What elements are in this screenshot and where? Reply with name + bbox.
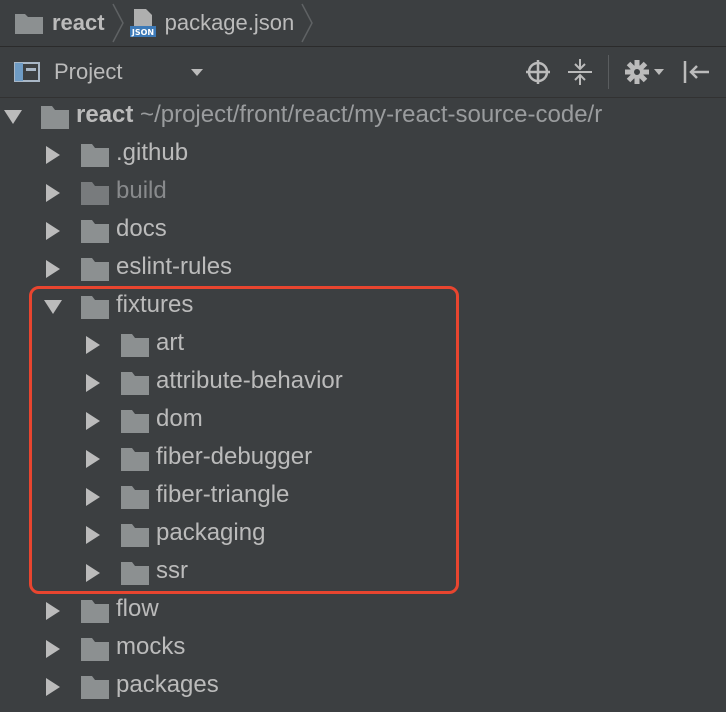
tree-item-eslint-rules[interactable]: eslint-rules xyxy=(0,250,726,288)
collapse-all-button[interactable] xyxy=(566,57,594,87)
folder-icon xyxy=(81,182,109,205)
tree-item-art[interactable]: art xyxy=(0,326,726,364)
tree-item-mocks[interactable]: mocks xyxy=(0,630,726,668)
dropdown-triangle-icon xyxy=(191,69,203,76)
expand-arrow-right-icon[interactable] xyxy=(44,678,62,696)
tree-item-label: .github xyxy=(116,139,189,166)
tree-item-label: ssr xyxy=(156,557,188,584)
expand-arrow-right-icon[interactable] xyxy=(44,184,62,202)
project-toolbar: Project xyxy=(0,47,726,98)
folder-icon xyxy=(121,486,149,509)
toolbar-separator xyxy=(608,55,609,89)
tree-root-path: ~/project/front/react/my-react-source-co… xyxy=(140,101,603,128)
tree-item-label: dom xyxy=(156,405,203,432)
gear-icon xyxy=(625,60,664,84)
folder-icon xyxy=(81,600,109,623)
tree-item-label: fixtures xyxy=(116,291,194,318)
expand-arrow-down-icon[interactable] xyxy=(4,108,22,126)
tree-item-packages[interactable]: packages xyxy=(0,668,726,706)
hide-panel-button[interactable] xyxy=(682,57,710,87)
folder-icon xyxy=(121,334,149,357)
tree-item-label: flow xyxy=(116,595,159,622)
tree-item-fiber-debugger[interactable]: fiber-debugger xyxy=(0,440,726,478)
tree-item-label: mocks xyxy=(116,633,186,660)
expand-arrow-right-icon[interactable] xyxy=(44,260,62,278)
folder-icon xyxy=(81,220,109,243)
expand-arrow-right-icon[interactable] xyxy=(84,488,102,506)
tree-item-label: fiber-triangle xyxy=(156,481,290,508)
tree-item-fiber-triangle[interactable]: fiber-triangle xyxy=(0,478,726,516)
expand-arrow-right-icon[interactable] xyxy=(84,336,102,354)
tree-item-label: docs xyxy=(116,215,167,242)
locate-file-button[interactable] xyxy=(524,57,552,87)
tree-item-label: packages xyxy=(116,671,219,698)
expand-arrow-right-icon[interactable] xyxy=(84,526,102,544)
folder-icon xyxy=(121,448,149,471)
expand-arrow-right-icon[interactable] xyxy=(44,602,62,620)
tree-item-github[interactable]: .github xyxy=(0,136,726,174)
locate-icon xyxy=(526,60,550,84)
tree-item-label: packaging xyxy=(156,519,266,546)
tree-item-label: build xyxy=(116,177,167,204)
breadcrumb: react JSON package.json xyxy=(0,0,726,47)
folder-icon xyxy=(121,372,149,395)
expand-arrow-right-icon[interactable] xyxy=(44,222,62,240)
project-view-selector[interactable]: Project xyxy=(14,57,214,87)
breadcrumb-label-package-json: package.json xyxy=(164,10,295,35)
project-view-icon xyxy=(14,62,40,82)
expand-arrow-right-icon[interactable] xyxy=(84,564,102,582)
breadcrumb-label-react: react xyxy=(52,10,105,35)
chevron-right-icon xyxy=(301,3,314,43)
collapse-all-icon xyxy=(568,59,592,85)
folder-icon xyxy=(81,676,109,699)
tree-item-build[interactable]: build xyxy=(0,174,726,212)
expand-arrow-right-icon[interactable] xyxy=(84,412,102,430)
tree-item-label: attribute-behavior xyxy=(156,367,343,394)
folder-icon xyxy=(81,638,109,661)
json-file-icon: JSON xyxy=(129,9,156,37)
tree-root-react[interactable]: react ~/project/front/react/my-react-sou… xyxy=(0,98,726,136)
folder-icon xyxy=(15,14,43,34)
expand-arrow-right-icon[interactable] xyxy=(84,374,102,392)
breadcrumb-item-package-json[interactable]: JSON package.json xyxy=(129,0,295,46)
tree-item-flow[interactable]: flow xyxy=(0,592,726,630)
breadcrumb-item-react[interactable]: react xyxy=(14,0,105,46)
expand-arrow-down-icon[interactable] xyxy=(44,298,62,316)
folder-icon xyxy=(41,106,69,129)
folder-icon xyxy=(81,296,109,319)
expand-arrow-right-icon[interactable] xyxy=(44,146,62,164)
expand-arrow-right-icon[interactable] xyxy=(84,450,102,468)
folder-icon xyxy=(121,562,149,585)
folder-icon xyxy=(121,524,149,547)
tree-root-label: react ~/project/front/react/my-react-sou… xyxy=(76,101,603,128)
tree-item-packaging[interactable]: packaging xyxy=(0,516,726,554)
folder-icon xyxy=(121,410,149,433)
project-view-label: Project xyxy=(54,59,123,84)
settings-button[interactable] xyxy=(624,57,668,87)
hide-panel-icon xyxy=(683,61,709,83)
tree-item-label: eslint-rules xyxy=(116,253,233,280)
svg-text:JSON: JSON xyxy=(130,28,153,37)
chevron-right-icon xyxy=(111,3,124,43)
tree-item-docs[interactable]: docs xyxy=(0,212,726,250)
tree-item-dom[interactable]: dom xyxy=(0,402,726,440)
tree-item-label: fiber-debugger xyxy=(156,443,313,470)
tree-item-label: art xyxy=(156,329,185,356)
expand-arrow-right-icon[interactable] xyxy=(44,640,62,658)
tree-item-ssr[interactable]: ssr xyxy=(0,554,726,592)
folder-icon xyxy=(81,258,109,281)
tree-item-fixtures[interactable]: fixtures xyxy=(0,288,726,326)
folder-icon xyxy=(81,144,109,167)
tree-item-attribute-behavior[interactable]: attribute-behavior xyxy=(0,364,726,402)
